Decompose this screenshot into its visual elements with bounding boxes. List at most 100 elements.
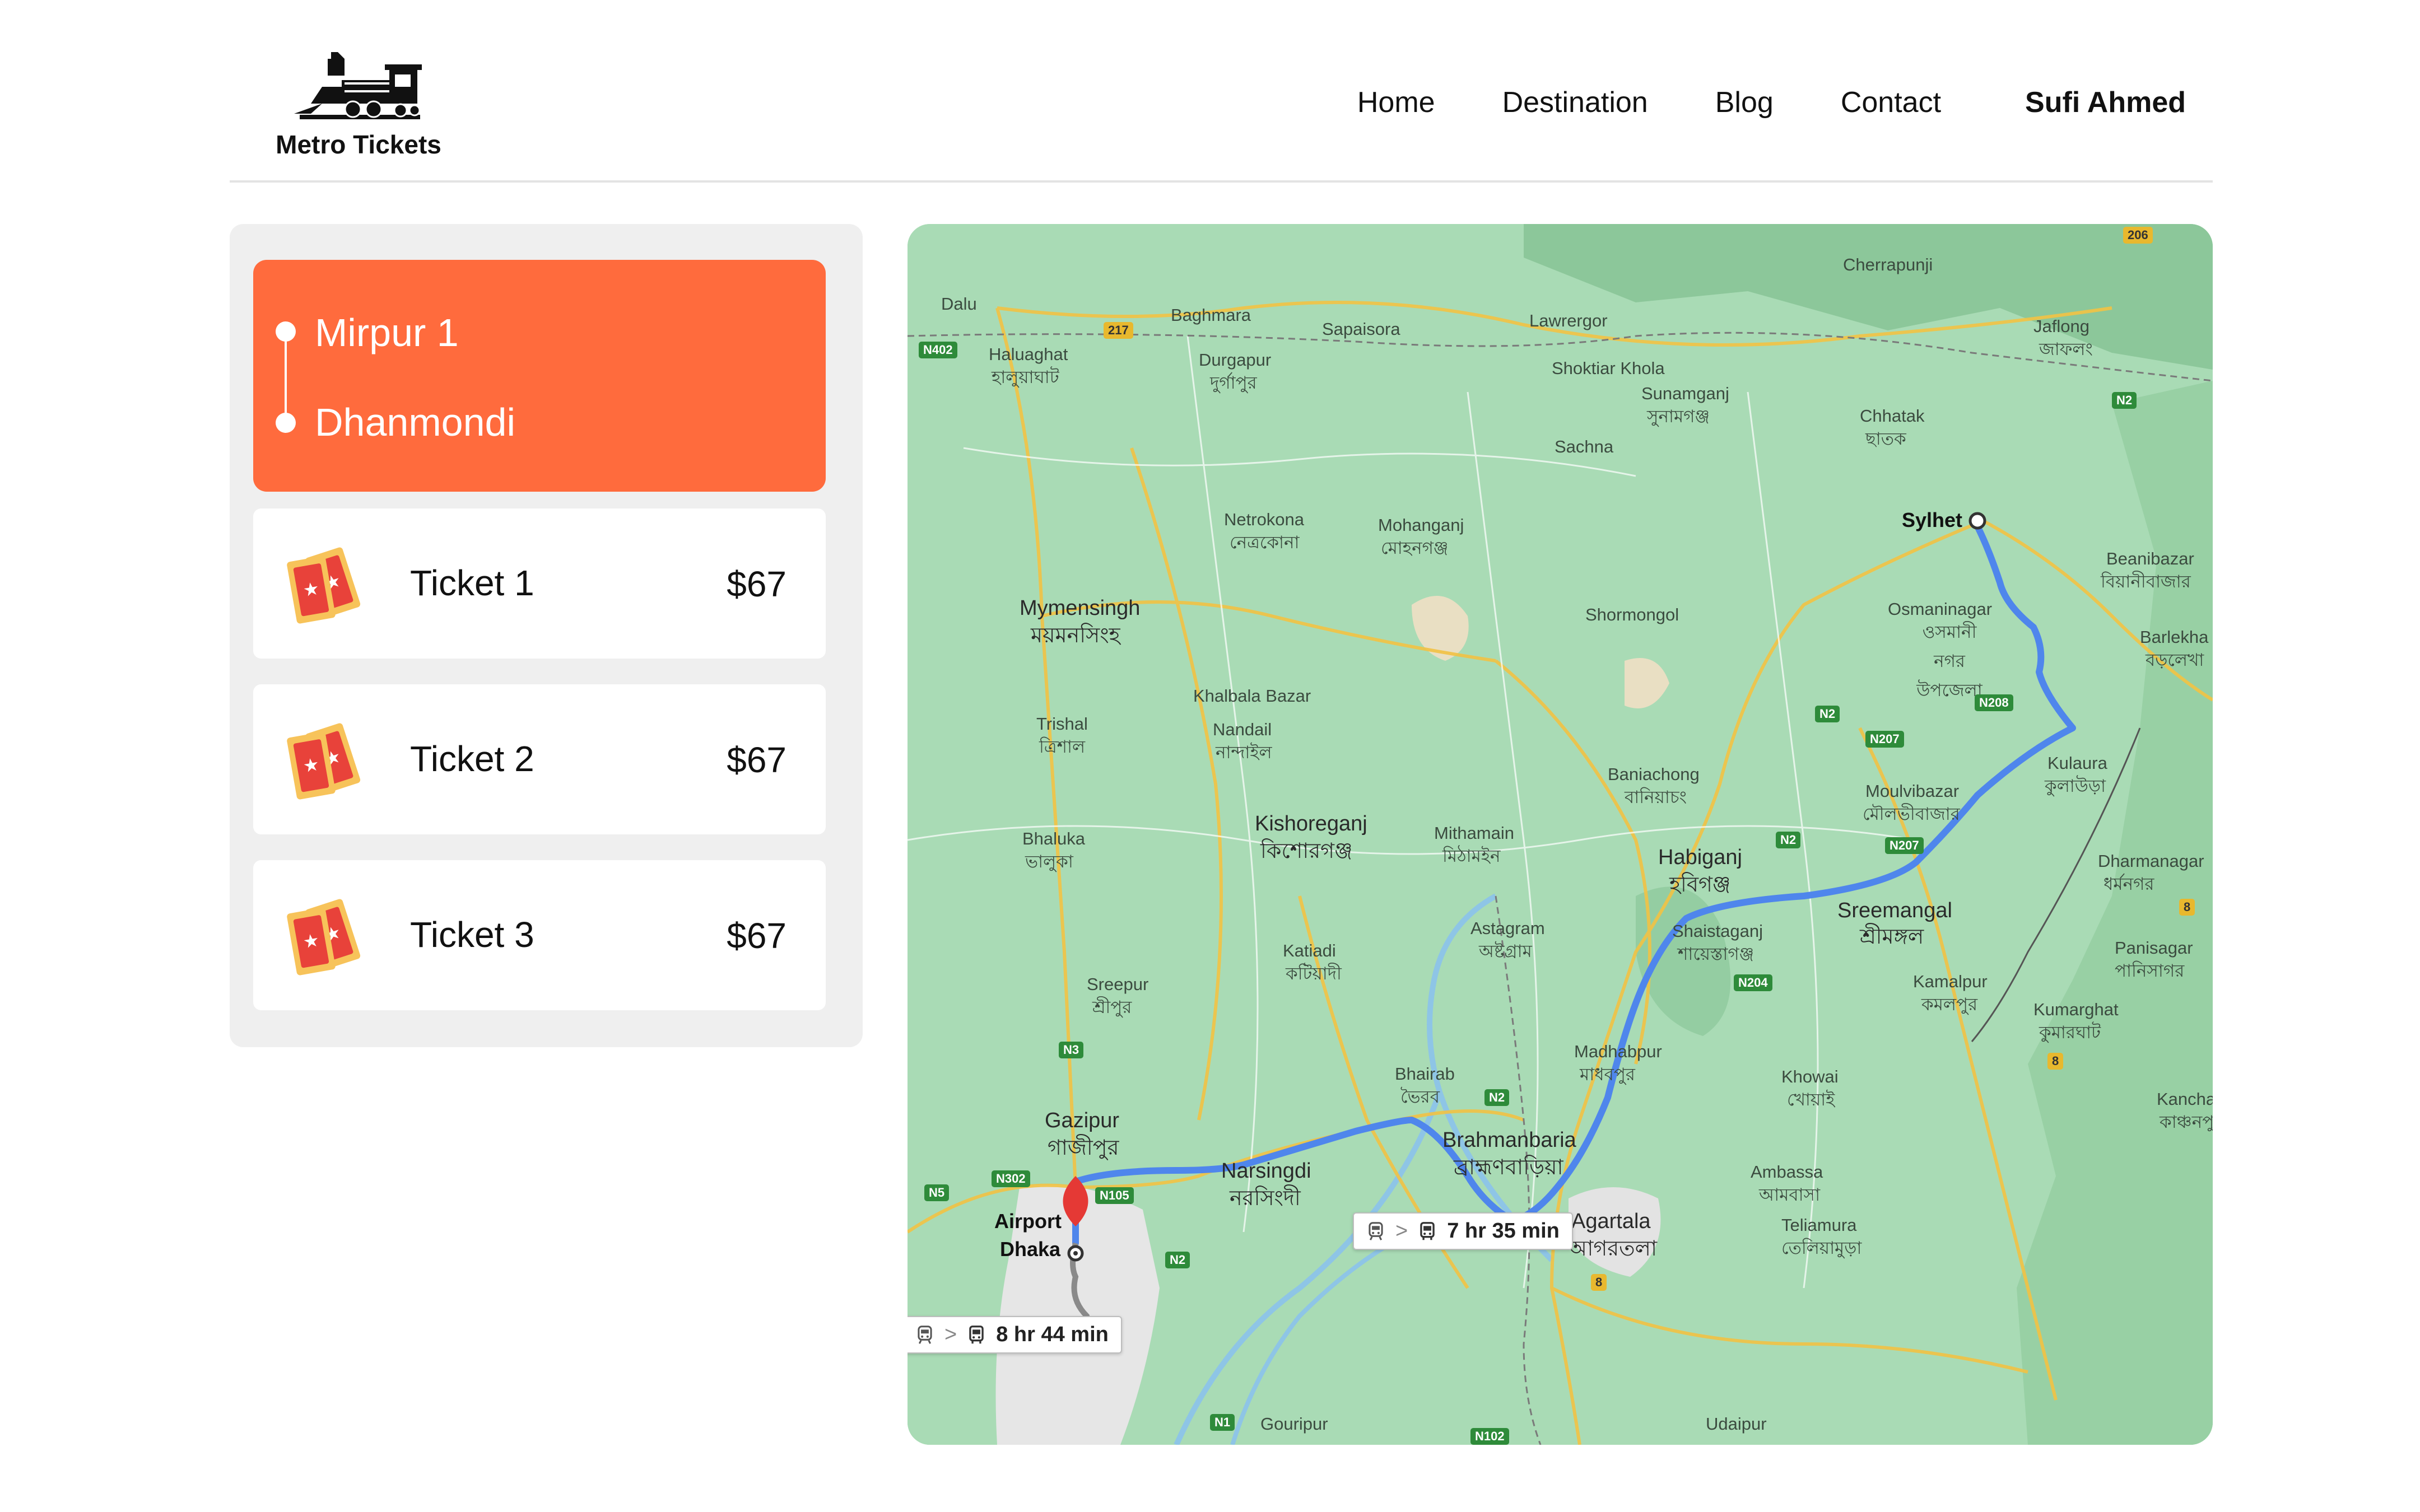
nav-destination[interactable]: Destination	[1502, 86, 1648, 119]
ticket-card-3[interactable]: ★ ★ Ticket 3 $67	[253, 860, 826, 1010]
map-label: Sreepur	[1087, 974, 1149, 994]
nav-home[interactable]: Home	[1357, 86, 1435, 119]
map-label: কুমারঘাট	[2039, 1023, 2101, 1042]
road-shield: 8	[2179, 899, 2195, 916]
bus-icon	[1420, 1221, 1435, 1240]
destination-dot-icon	[276, 413, 296, 433]
road-shield: N302	[992, 1170, 1030, 1187]
road-shield: N2	[1484, 1089, 1510, 1106]
map-label: শ্রীপুর	[1092, 997, 1132, 1017]
map-label: Trishal	[1036, 714, 1088, 734]
map-label: জাফলং	[2039, 339, 2093, 359]
map-label: Panisagar	[2115, 938, 2193, 958]
road-shield: N105	[1095, 1187, 1134, 1204]
map-label: ভৈরব	[1400, 1087, 1440, 1107]
map-label: Kishoreganj	[1255, 812, 1367, 836]
route-duration: 8 hr 44 min	[996, 1323, 1109, 1346]
map-label: শায়েস্তাগঞ্জ	[1678, 944, 1755, 964]
map-label: পানিসাগর	[2115, 961, 2185, 981]
map-label: Bhairab	[1395, 1064, 1455, 1084]
map-label: বানিয়াচং	[1625, 787, 1687, 807]
road-shield: N2	[1815, 706, 1840, 722]
map-label: নরসিংদী	[1230, 1187, 1301, 1210]
route-time-box[interactable]: > 7 hr 35 min	[1353, 1212, 1573, 1250]
ticket-price: $67	[727, 564, 787, 604]
map-label: ময়মনসিংহ	[1031, 624, 1120, 647]
map-label: Mohanganj	[1378, 515, 1464, 535]
map-label: Beanibazar	[2106, 549, 2194, 568]
map-label: Haluaghat	[989, 344, 1068, 364]
map-label: Khalbala Bazar	[1193, 686, 1311, 706]
route-card[interactable]: Mirpur 1 Dhanmondi	[253, 260, 826, 492]
map-label: Mithamain	[1434, 823, 1514, 843]
map-label: Dhaka	[1000, 1238, 1061, 1261]
map-label: হবিগঞ্জ	[1669, 873, 1731, 897]
brand-logo[interactable]: Metro Tickets	[263, 48, 454, 160]
map-label: Barlekha	[2140, 627, 2209, 647]
road-shield: N402	[919, 342, 957, 358]
road-shield: N204	[1734, 974, 1772, 991]
ticket-card-2[interactable]: ★ ★ Ticket 2 $67	[253, 684, 826, 834]
user-name[interactable]: Sufi Ahmed	[2025, 86, 2186, 119]
ticket-name: Ticket 2	[410, 739, 534, 779]
route-to: Dhanmondi	[315, 400, 515, 444]
map-label: নেত্রকোনা	[1230, 533, 1300, 552]
map-label: Narsingdi	[1221, 1159, 1311, 1183]
road-shield: N2	[2112, 392, 2137, 409]
route-duration: 7 hr 35 min	[1447, 1219, 1560, 1243]
map-label: শ্রীমঙ্গল	[1860, 925, 1924, 949]
map-label: মোহনগঞ্জ	[1381, 538, 1449, 558]
map-label: Madhabpur	[1574, 1042, 1662, 1061]
map-label: খোয়াই	[1787, 1090, 1835, 1109]
map-label: ভালুকা	[1025, 852, 1073, 871]
road-shield: N207	[1885, 837, 1924, 854]
map-label: Nandail	[1213, 720, 1272, 739]
map-label: Dharmanagar	[2098, 851, 2204, 871]
map-label: Gazipur	[1045, 1109, 1120, 1132]
chevron-right-icon: >	[944, 1323, 957, 1346]
map-label: কমলপুর	[1921, 995, 1978, 1014]
map-label: Shaistaganj	[1672, 921, 1763, 941]
map-label: Bhaluka	[1022, 829, 1086, 848]
ticket-card-1[interactable]: ★ ★ Ticket 1 $67	[253, 508, 826, 659]
map-label: কুলাউড়া	[2045, 776, 2106, 796]
map-label: Khowai	[1781, 1067, 1839, 1086]
ticket-name: Ticket 3	[410, 914, 534, 955]
route-line	[285, 332, 287, 423]
nav-contact[interactable]: Contact	[1841, 86, 1941, 119]
road-shield: N102	[1470, 1428, 1509, 1445]
map-label: Shoktiar Khola	[1552, 358, 1665, 378]
map-label: Mymensingh	[1020, 596, 1141, 620]
road-shield: N207	[1865, 731, 1904, 748]
route-from: Mirpur 1	[315, 311, 459, 354]
ticket-sidebar: Mirpur 1 Dhanmondi ★ ★ Ticket 1 $67 ★ ★ …	[230, 224, 863, 1047]
map-label: Shormongol	[1585, 605, 1679, 624]
map-label: ধর্মনগর	[2103, 874, 2154, 894]
map-label: সুনামগঞ্জ	[1647, 407, 1710, 426]
map-label: Sapaisora	[1322, 319, 1400, 339]
route-time-box[interactable]: > 8 hr 44 min	[908, 1316, 1122, 1354]
map-label: Lawrergor	[1529, 311, 1608, 330]
map-label: Kamalpur	[1913, 972, 1988, 991]
map-label: Osmaninagar	[1888, 599, 1993, 619]
map-label: ব্রাহ্মণবাড়িয়া	[1454, 1156, 1563, 1179]
nav-blog[interactable]: Blog	[1715, 86, 1774, 119]
map-label: Durgapur	[1199, 350, 1272, 370]
route-map[interactable]: Dalu Baghmara Sapaisora Lawrergor Cherra…	[908, 224, 2213, 1445]
train-icon	[918, 1325, 932, 1344]
map-label: নান্দাইল	[1216, 743, 1272, 762]
map-label: Ambassa	[1751, 1162, 1823, 1182]
map-label: Katiadi	[1283, 941, 1336, 960]
ticket-name: Ticket 1	[410, 563, 534, 603]
map-label: Kulaura	[2047, 753, 2107, 773]
map-label: Habiganj	[1658, 846, 1742, 869]
road-shield: 217	[1104, 322, 1133, 339]
map-label: বিয়ানীবাজার	[2101, 572, 2191, 591]
map-label: কটিয়াদী	[1286, 964, 1342, 983]
brand-name: Metro Tickets	[276, 130, 441, 159]
map-label: Dalu	[941, 294, 977, 314]
train-icon	[294, 52, 422, 119]
road-shield: N2	[1165, 1252, 1190, 1268]
map-label: Brahmanbaria	[1442, 1128, 1576, 1152]
map-label: Sunamganj	[1641, 384, 1729, 403]
